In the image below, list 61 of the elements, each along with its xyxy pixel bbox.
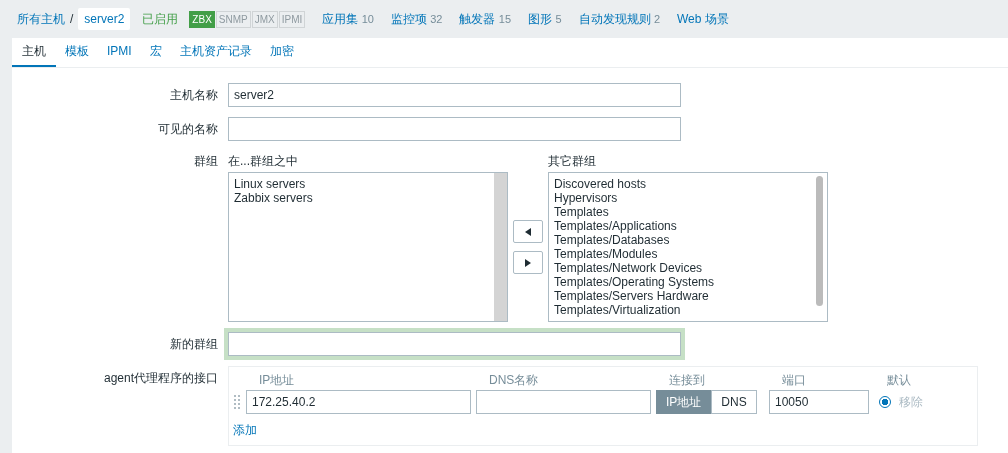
nav-link[interactable]: 图形 5: [528, 10, 562, 28]
availability-tag: SNMP: [215, 10, 251, 28]
drag-handle[interactable]: [233, 394, 241, 410]
text-field[interactable]: server2: [228, 83, 681, 107]
tab[interactable]: IPMI: [98, 38, 141, 67]
segment-button[interactable]: DNS: [711, 390, 757, 414]
text-field[interactable]: 10050: [769, 390, 869, 414]
text-field[interactable]: [228, 117, 681, 141]
tab[interactable]: 模板: [56, 38, 98, 67]
tab[interactable]: 主机: [12, 38, 56, 67]
field-label: 主机名称: [169, 86, 219, 104]
availability-tag: JMX: [251, 10, 278, 28]
list-item[interactable]: Templates/Databases: [554, 233, 809, 247]
nav-link[interactable]: Web 场景: [677, 10, 729, 28]
list-item[interactable]: Templates/Modules: [554, 247, 809, 261]
availability-tag: IPMI: [278, 10, 306, 28]
list-item[interactable]: Templates/Network Devices: [554, 261, 809, 275]
list-item[interactable]: Zabbix servers: [234, 191, 489, 205]
radio-button[interactable]: [879, 396, 891, 408]
field-label: 新的群组: [169, 335, 219, 353]
tab[interactable]: 主机资产记录: [170, 38, 261, 67]
tab[interactable]: 宏: [140, 38, 171, 67]
triangle-left-icon: [525, 227, 531, 236]
list-title: 其它群组: [548, 153, 597, 170]
scrollbar[interactable]: [494, 173, 507, 321]
group-list[interactable]: [548, 172, 828, 322]
field-label: 群组: [193, 153, 219, 170]
breadcrumb-link[interactable]: 所有主机: [17, 10, 65, 28]
text-field[interactable]: 172.25.40.2: [246, 390, 471, 414]
list-item[interactable]: Templates/Operating Systems: [554, 275, 809, 289]
nav-link[interactable]: 触发器 15: [459, 10, 512, 28]
move-left-button[interactable]: [513, 220, 543, 243]
list-item[interactable]: Templates/Virtualization: [554, 303, 809, 317]
field-label: 可见的名称: [157, 120, 219, 138]
list-item[interactable]: Templates/Servers Hardware: [554, 289, 809, 303]
nav-link[interactable]: 监控项 32: [390, 10, 443, 28]
breadcrumb-separator: /: [70, 12, 74, 26]
list-title: 在...群组之中: [228, 153, 299, 170]
column-header: IP地址: [258, 371, 296, 389]
breadcrumb-current: server2: [78, 8, 131, 30]
column-header: 默认: [886, 371, 912, 389]
list-item[interactable]: Templates/Applications: [554, 219, 809, 233]
triangle-right-icon: [525, 258, 531, 267]
column-header: DNS名称: [488, 371, 540, 389]
text-field[interactable]: [228, 332, 681, 356]
list-item[interactable]: Templates: [554, 205, 809, 219]
column-header: 连接到: [668, 371, 706, 389]
list-item[interactable]: Linux servers: [234, 177, 489, 191]
nav-link[interactable]: 自动发现规则 2: [578, 10, 660, 28]
field-label: agent代理程序的接口: [102, 370, 219, 387]
list-item[interactable]: Hypervisors: [554, 191, 809, 205]
column-header: 端口: [781, 371, 807, 389]
scrollbar-thumb[interactable]: [816, 176, 823, 306]
move-right-button[interactable]: [513, 251, 543, 274]
add-link[interactable]: 添加: [233, 422, 257, 439]
list-item[interactable]: Discovered hosts: [554, 177, 809, 191]
group-list[interactable]: Linux servers Zabbix servers: [228, 172, 508, 322]
nav-link[interactable]: 应用集 10: [322, 10, 374, 28]
text-field[interactable]: [476, 390, 651, 414]
availability-tag: ZBX: [189, 10, 215, 28]
tab[interactable]: 加密: [260, 38, 303, 67]
